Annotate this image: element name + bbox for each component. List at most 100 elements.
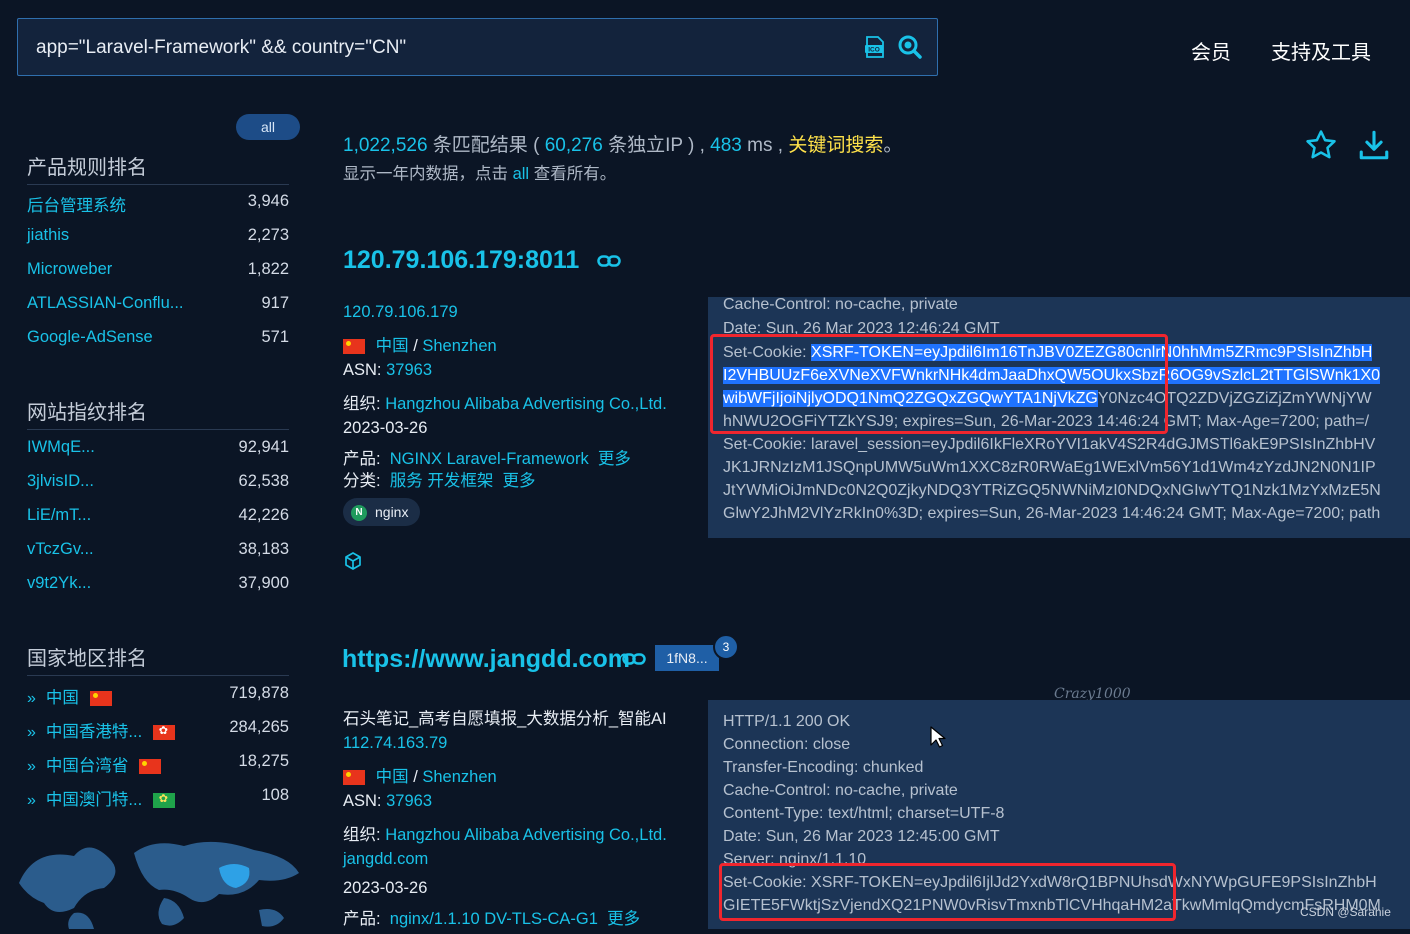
summary-text: 查看所有。 (529, 165, 617, 183)
response-header-panel[interactable]: Cache-Control: no-cache, private Date: S… (708, 297, 1410, 538)
country-rank-item[interactable]: » 中国香港特... 284,265 (27, 718, 289, 742)
ip-link[interactable]: 112.74.163.79 (343, 734, 447, 753)
product-link[interactable]: NGINX Laravel-Framework (390, 450, 589, 468)
site-title: 石头笔记_高考自愿填报_大数据分析_智能AI (343, 710, 667, 728)
city-link[interactable]: Shenzhen (422, 768, 496, 786)
china-flag-icon (139, 759, 161, 775)
org-link[interactable]: Hangzhou Alibaba Advertising Co.,Ltd. (385, 395, 667, 413)
more-link[interactable]: 更多 (607, 910, 640, 928)
ico-search-icon[interactable]: ICO (863, 35, 887, 59)
separator: / (413, 337, 418, 355)
country-label[interactable]: 中国 (46, 689, 79, 707)
fingerprint-rank-item[interactable]: LiE/mT... 42,226 (27, 506, 289, 530)
chevron-right-icon[interactable]: » (27, 724, 36, 741)
product-rank-item[interactable]: 后台管理系统 3,946 (27, 192, 289, 216)
more-link[interactable]: 更多 (503, 472, 536, 490)
rank-count: 917 (261, 294, 289, 312)
tag-nginx[interactable]: Nnginx (343, 498, 421, 526)
chevron-right-icon[interactable]: » (27, 758, 36, 775)
china-flag-icon (89, 691, 112, 707)
nav-support-tools[interactable]: 支持及工具 (1271, 36, 1371, 65)
cube-icon[interactable] (343, 551, 363, 576)
rank-count: 3,946 (247, 192, 289, 210)
country-label[interactable]: 中国澳门特... (46, 791, 142, 809)
china-flag-icon (343, 339, 365, 355)
search-input[interactable] (34, 19, 818, 77)
asn-link[interactable]: 37963 (386, 792, 432, 810)
keyword-search-link[interactable]: 关键词搜索 (788, 135, 883, 156)
product-rank-item[interactable]: Microweber 1,822 (27, 260, 289, 284)
rank-count: 108 (261, 786, 289, 804)
rank-label[interactable]: jiathis (27, 226, 69, 245)
fingerprint-ranking-title: 网站指纹排名 (27, 402, 147, 424)
link-icon[interactable] (622, 651, 646, 672)
location[interactable]: 中国 / Shenzhen (343, 332, 497, 356)
country-rank-item[interactable]: » 中国台湾省 18,275 (27, 752, 289, 776)
city-link[interactable]: Shenzhen (422, 337, 496, 355)
category-link[interactable]: 服务 开发框架 (390, 472, 494, 490)
rank-label[interactable]: vTczGv... (27, 540, 94, 559)
header-line: GlwY2JhM2VlYzRkIn0%3D; expires=Sun, 26-M… (723, 505, 1381, 522)
rank-count: 284,265 (229, 718, 289, 736)
rank-label[interactable]: Google-AdSense (27, 328, 153, 347)
rank-label[interactable]: LiE/mT... (27, 506, 91, 525)
result-title-link[interactable]: 120.79.106.179:8011 (343, 246, 579, 275)
rank-label[interactable]: v9t2Yk... (27, 574, 91, 593)
more-link[interactable]: 更多 (598, 450, 631, 468)
product-link[interactable]: nginx/1.1.10 DV-TLS-CA-G1 (390, 910, 598, 928)
all-filter-button[interactable]: all (236, 114, 300, 140)
country-rank-item[interactable]: » 中国澳门特... 108 (27, 786, 289, 810)
asn-line: ASN: 37963 (343, 792, 432, 810)
rank-label[interactable]: 3jlvisID... (27, 472, 94, 491)
fingerprint-rank-item[interactable]: IWMqE... 92,941 (27, 438, 289, 462)
country-rank-item[interactable]: » 中国 719,878 (27, 684, 289, 708)
red-highlight-box (710, 334, 1168, 434)
star-icon[interactable] (1304, 128, 1338, 167)
fingerprint-rank-item[interactable]: vTczGv... 38,183 (27, 540, 289, 564)
badge-count: 3 (713, 634, 739, 660)
rank-count: 571 (261, 328, 289, 346)
icon-hash-badge[interactable]: 1fN8... (655, 645, 719, 671)
ip-link[interactable]: 120.79.106.179 (343, 303, 458, 322)
summary-text: 条匹配结果 ( (427, 135, 545, 156)
domain-link[interactable]: jangdd.com (343, 850, 428, 869)
location[interactable]: 中国 / Shenzhen (343, 763, 497, 787)
world-map-graphic (14, 828, 304, 929)
result-title-link[interactable]: https://www.jangdd.com (342, 645, 630, 674)
rank-label[interactable]: 后台管理系统 (27, 192, 126, 216)
fingerprint-rank-item[interactable]: v9t2Yk... 37,900 (27, 574, 289, 598)
link-icon[interactable] (597, 253, 621, 274)
csdn-watermark: CSDN @Sarahie (1300, 905, 1391, 919)
header-line: Connection: close (723, 736, 851, 753)
rank-label[interactable]: Microweber (27, 260, 112, 279)
nav-member[interactable]: 会员 (1191, 36, 1231, 65)
query-time: 483 (710, 135, 742, 156)
asn-line: ASN: 37963 (343, 361, 432, 379)
rank-label[interactable]: ATLASSIAN-Conflu... (27, 294, 184, 313)
total-count: 1,022,526 (343, 135, 428, 156)
asn-link[interactable]: 37963 (386, 361, 432, 379)
mouse-cursor-icon (930, 726, 946, 755)
fingerprint-rank-item[interactable]: 3jlvisID... 62,538 (27, 472, 289, 496)
country-label[interactable]: 中国香港特... (46, 723, 142, 741)
chevron-right-icon[interactable]: » (27, 792, 36, 809)
rank-label[interactable]: IWMqE... (27, 438, 95, 457)
response-header-panel[interactable]: HTTP/1.1 200 OK Connection: close Transf… (708, 700, 1410, 929)
rank-count: 38,183 (238, 540, 289, 558)
download-icon[interactable] (1357, 128, 1391, 167)
product-rank-item[interactable]: ATLASSIAN-Conflu... 917 (27, 294, 289, 318)
org-link[interactable]: Hangzhou Alibaba Advertising Co.,Ltd. (385, 826, 667, 844)
show-all-link[interactable]: all (513, 165, 530, 183)
country-link[interactable]: 中国 (376, 768, 409, 786)
country-label[interactable]: 中国台湾省 (46, 757, 129, 775)
product-rank-item[interactable]: Google-AdSense 571 (27, 328, 289, 352)
hongkong-flag-icon (152, 724, 175, 741)
search-icon[interactable] (897, 34, 923, 60)
category-line: 分类: 服务 开发框架 更多 (343, 472, 536, 490)
chevron-right-icon[interactable]: » (27, 690, 36, 707)
macau-flag-icon (152, 792, 175, 809)
country-link[interactable]: 中国 (376, 337, 409, 355)
header-line: Set-Cookie: laravel_session=eyJpdil6IkFl… (723, 436, 1376, 453)
search-bar[interactable]: ICO (17, 18, 938, 77)
product-rank-item[interactable]: jiathis 2,273 (27, 226, 289, 250)
